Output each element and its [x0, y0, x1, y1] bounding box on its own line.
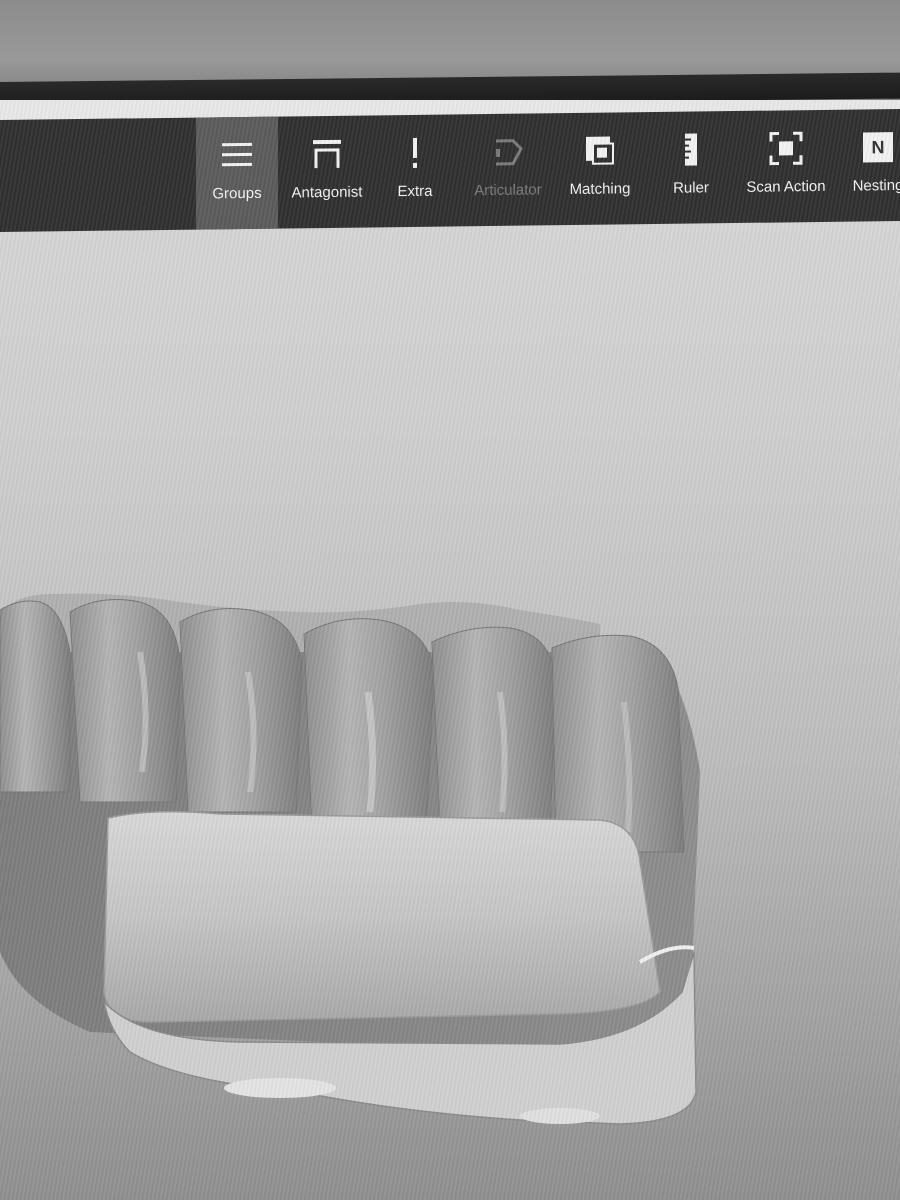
- toolbar-button-articulator[interactable]: Articulator: [466, 113, 550, 226]
- toolbar-label-scan-action: Scan Action: [746, 177, 826, 196]
- toolbar-label-ruler: Ruler: [673, 179, 709, 197]
- nesting-icon: N: [858, 127, 898, 167]
- toolbar-button-scan-action[interactable]: Scan Action: [740, 110, 832, 223]
- toolbar-button-matching[interactable]: Matching: [558, 112, 642, 225]
- toolbar-label-matching: Matching: [569, 180, 631, 199]
- articulator-icon: [488, 132, 528, 172]
- toolbar-label-extra: Extra: [397, 182, 433, 201]
- matching-icon: [580, 130, 620, 170]
- app-window: Groups Antagonist Extra Articulator Matc: [0, 100, 900, 1200]
- toolbar-button-nesting[interactable]: N Nesting: [846, 109, 900, 222]
- toolbar-label-antagonist: Antagonist: [291, 183, 363, 202]
- scan-action-icon: [766, 128, 806, 168]
- dental-jaw-model: [0, 593, 700, 1125]
- ruler-icon: [671, 129, 711, 169]
- toolbar-label-articulator: Articulator: [474, 181, 542, 200]
- toolbar-button-extra[interactable]: Extra: [380, 115, 450, 228]
- extra-icon: [395, 133, 435, 173]
- toolbar-button-groups[interactable]: Groups: [196, 116, 278, 230]
- toolbar-label-nesting: Nesting: [852, 176, 900, 195]
- nesting-icon-glyph: N: [863, 132, 893, 163]
- groups-icon: [217, 135, 257, 175]
- main-toolbar: Groups Antagonist Extra Articulator Matc: [0, 109, 900, 232]
- antagonist-icon: [307, 134, 347, 174]
- toolbar-button-antagonist[interactable]: Antagonist: [286, 116, 368, 229]
- toolbar-label-groups: Groups: [212, 184, 262, 203]
- 3d-viewport[interactable]: [0, 232, 900, 1200]
- toolbar-button-ruler[interactable]: Ruler: [656, 111, 726, 224]
